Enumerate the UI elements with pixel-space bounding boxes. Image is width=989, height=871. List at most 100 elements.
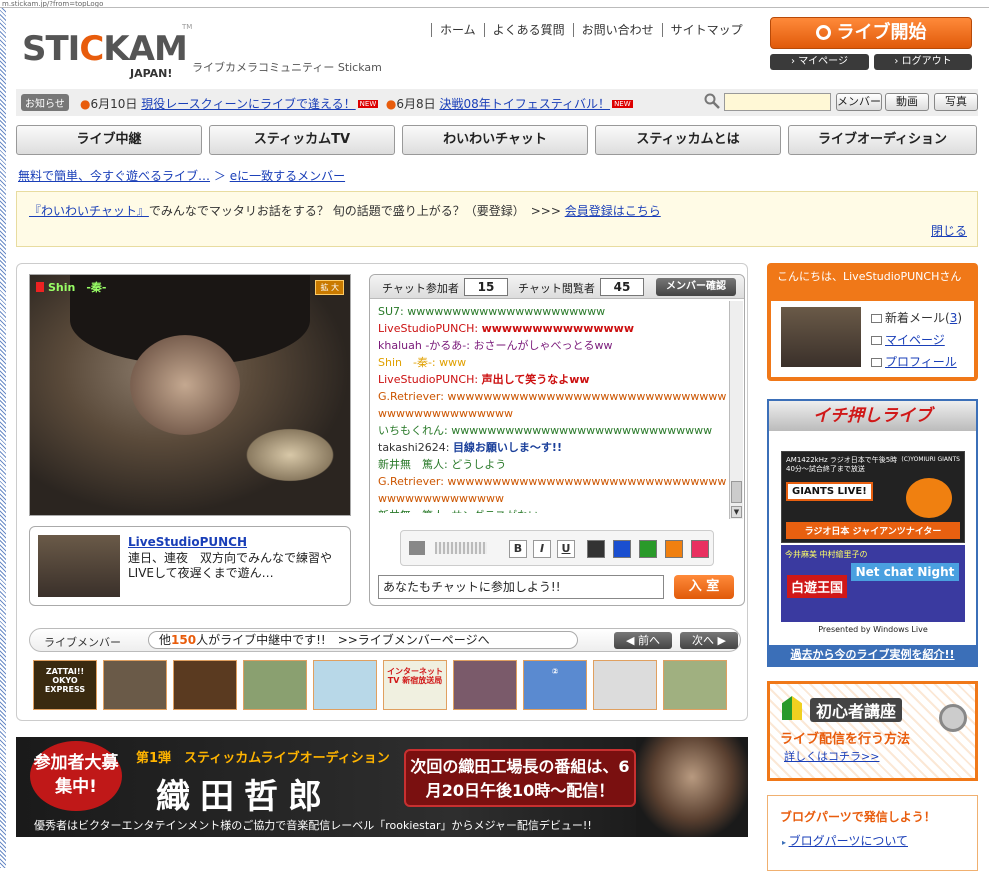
chat-user[interactable]: 新井無 篤人: — [378, 458, 448, 471]
ncn-top: 今井麻美 中村繪里子の — [785, 550, 868, 559]
profile-link[interactable]: プロフィール — [885, 355, 957, 369]
user-avatar[interactable] — [781, 307, 861, 367]
breadcrumb: 無料で簡単、今すぐ遊べるライブ… ＞ eに一致するメンバー — [18, 167, 345, 184]
chat-user[interactable]: SU7: — [378, 305, 404, 318]
nav-stickam-tv[interactable]: スティッカムTV — [209, 125, 395, 155]
blog-parts-link[interactable]: ブログパーツについて — [789, 834, 908, 848]
topnav-contact[interactable]: お問い合わせ — [572, 23, 662, 37]
profile-item[interactable]: プロフィール — [871, 353, 957, 370]
italic-button[interactable]: I — [533, 540, 551, 558]
info-close-link[interactable]: 閉じる — [931, 222, 967, 239]
mypage-link[interactable]: マイページ — [885, 333, 945, 347]
chat-user[interactable]: G.Retriever: — [378, 390, 444, 403]
mypage-item[interactable]: マイページ — [871, 331, 945, 348]
search-photo-button[interactable]: 写真 — [934, 93, 978, 111]
member-thumbnail[interactable] — [243, 660, 307, 710]
color-swatch-blue[interactable] — [613, 540, 631, 558]
chat-user[interactable]: 新井無 篤人: — [378, 509, 448, 513]
underline-button[interactable]: U — [557, 540, 575, 558]
owner-name-link[interactable]: LiveStudioPUNCH — [128, 535, 247, 549]
notice-link-2[interactable]: 決戦08年トイフェスティバル！ — [440, 97, 611, 111]
owner-avatar[interactable] — [38, 535, 120, 597]
color-swatch-black[interactable] — [587, 540, 605, 558]
logout-button[interactable]: › ログアウト — [874, 54, 972, 70]
next-button[interactable]: 次へ ▶ — [680, 632, 738, 649]
scroll-thumb[interactable] — [731, 481, 742, 503]
mail-item[interactable]: 新着メール(3) — [871, 309, 962, 326]
chat-scrollbar[interactable]: ▼ — [729, 301, 743, 519]
address-bar[interactable]: m.stickam.jp/?from=topLogo — [0, 0, 989, 8]
chat-user[interactable]: いちもくれん: — [378, 424, 448, 437]
member-thumbnail[interactable] — [103, 660, 167, 710]
chat-message: khaluah -かるあ-: おさーんがしゃべっとるww — [378, 337, 730, 354]
chat-user[interactable]: Shin -秦-: — [378, 356, 436, 369]
nav-waiwai-chat[interactable]: わいわいチャット — [402, 125, 588, 155]
waiwai-chat-link[interactable]: 『わいわいチャット』 — [29, 204, 149, 218]
chat-panel: チャット参加者 15 チャット閲覧者 45 メンバー確認 SU7: wwwwww… — [369, 274, 745, 606]
chat-user[interactable]: takashi2624: — [378, 441, 449, 454]
member-thumbnail[interactable] — [313, 660, 377, 710]
search-video-button[interactable]: 動画 — [885, 93, 929, 111]
live-members-link[interactable]: 他150人がライブ中継中です!! >>ライブメンバーページへ — [148, 631, 578, 649]
thumbnail-caption: ZATTAI!! OKYO EXPRESS — [44, 667, 86, 694]
participants-label: チャット参加者 — [382, 282, 459, 295]
chat-message: G.Retriever: wwwwwwwwwwwwwwwwwwwwwwwwwww… — [378, 388, 730, 422]
zoom-button[interactable]: 拡 大 — [315, 280, 344, 295]
topnav-home[interactable]: ホーム — [431, 23, 484, 37]
member-thumbnail[interactable] — [173, 660, 237, 710]
member-thumbnail[interactable]: インターネットTV 新宿放送局 — [383, 660, 447, 710]
chat-message: いちもくれん: wwwwwwwwwwwwwwwwwwwwwwwwwwwww — [378, 422, 730, 439]
live-count: 150 — [171, 633, 197, 647]
blog-parts-item[interactable]: ▸ ブログパーツについて — [782, 832, 908, 849]
search-member-button[interactable]: メンバー — [836, 93, 882, 111]
breadcrumb-item-1[interactable]: 無料で簡単、今すぐ遊べるライブ… — [18, 169, 210, 183]
banner-bubble: 参加者大募集中! — [30, 741, 122, 811]
chat-message: SU7: wwwwwwwwwwwwwwwwwwwwww — [378, 303, 730, 320]
chat-header: チャット参加者 15 チャット閲覧者 45 メンバー確認 — [370, 275, 744, 299]
register-link[interactable]: 会員登録はこちら — [565, 204, 661, 218]
volume-slider[interactable] — [435, 542, 487, 554]
chat-user[interactable]: LiveStudioPUNCH: — [378, 322, 478, 335]
member-thumbnail[interactable] — [453, 660, 517, 710]
member-thumbnail[interactable] — [663, 660, 727, 710]
notice-date-2: 6月8日 — [396, 97, 436, 111]
enter-room-button[interactable]: 入 室 — [674, 575, 734, 599]
member-thumbnail[interactable]: ② — [523, 660, 587, 710]
netchatnight-banner[interactable]: 今井麻美 中村繪里子の Net chat Night 白遊王国 Presente… — [781, 545, 965, 637]
speaker-icon[interactable] — [409, 541, 425, 555]
chat-user[interactable]: G.Retriever: — [378, 475, 444, 488]
color-swatch-orange[interactable] — [665, 540, 683, 558]
bold-button[interactable]: B — [509, 540, 527, 558]
scroll-down-icon[interactable]: ▼ — [731, 506, 742, 518]
topnav-sitemap[interactable]: サイトマップ — [661, 23, 751, 37]
search-input[interactable] — [724, 93, 831, 111]
video-player[interactable]: Shin -秦- 拡 大 — [29, 274, 351, 516]
nav-audition[interactable]: ライブオーディション — [788, 125, 977, 155]
topnav-faq[interactable]: よくある質問 — [483, 23, 573, 37]
color-swatch-green[interactable] — [639, 540, 657, 558]
audition-banner[interactable]: 参加者大募集中! 第1弾 スティッカムライブオーディション 織田哲郎 次回の織田… — [16, 737, 748, 837]
chat-input[interactable]: あなたもチャットに参加しよう!! — [378, 575, 664, 599]
mail-icon — [871, 314, 882, 323]
chat-text: wwwwwwwwwwwwwww — [481, 322, 635, 335]
prev-button[interactable]: ◀ 前へ — [614, 632, 672, 649]
chat-user[interactable]: LiveStudioPUNCH: — [378, 373, 478, 386]
breadcrumb-item-2[interactable]: eに一致するメンバー — [230, 169, 345, 183]
live-start-button[interactable]: ライブ開始 — [770, 17, 972, 49]
nav-live[interactable]: ライブ中継 — [16, 125, 202, 155]
giants-banner[interactable]: AM1422kHz ラジオ日本で午後5時40分～試合終了まで放送 (C)YOMI… — [781, 451, 965, 543]
member-thumbnail[interactable]: ZATTAI!! OKYO EXPRESS — [33, 660, 97, 710]
viewers-count: 45 — [600, 278, 644, 296]
stickam-logo[interactable]: STICKAM JAPAN! TM — [22, 23, 192, 85]
nav-about[interactable]: スティッカムとは — [595, 125, 781, 155]
member-check-button[interactable]: メンバー確認 — [656, 278, 736, 296]
beginner-link[interactable]: 詳しくはコチラ>> — [784, 748, 879, 764]
pick-live-footer-link[interactable]: 過去から今のライブ実例を紹介!! — [769, 645, 976, 665]
beginner-box[interactable]: 初心者講座 ライブ配信を行う方法 詳しくはコチラ>> — [767, 681, 978, 781]
member-thumbnail[interactable] — [593, 660, 657, 710]
color-swatch-pink[interactable] — [691, 540, 709, 558]
chat-user[interactable]: khaluah -かるあ-: — [378, 339, 470, 352]
mypage-button[interactable]: › マイページ — [770, 54, 869, 70]
new-badge: NEW — [612, 100, 633, 108]
notice-link-1[interactable]: 現役レースクィーンにライブで逢える！ — [141, 97, 355, 111]
